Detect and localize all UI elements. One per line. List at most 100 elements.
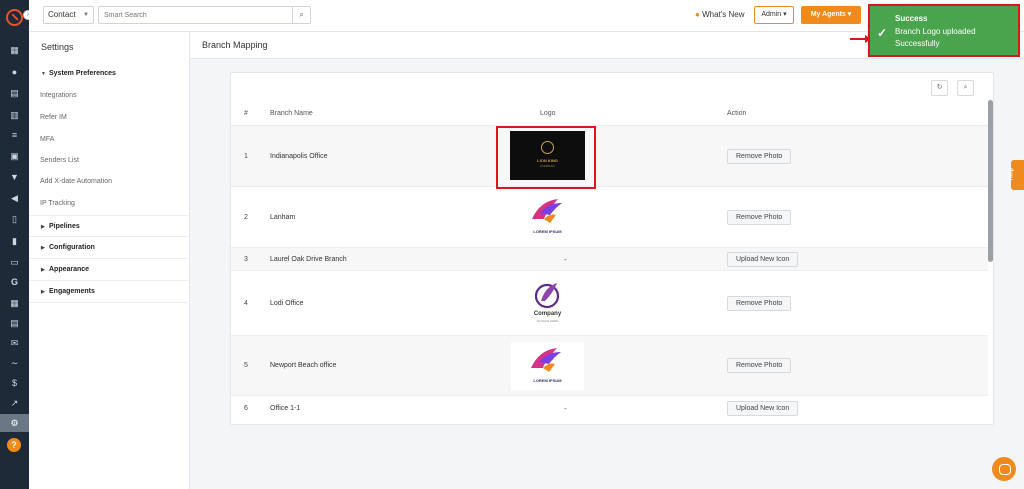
table-row: 1 Indianapolis Office LION KING COMPANY … <box>231 125 988 186</box>
bank-icon[interactable]: ▥ <box>9 110 20 120</box>
remove-photo-button[interactable]: Remove Photo <box>727 296 792 311</box>
remove-photo-button[interactable]: Remove Photo <box>727 149 792 164</box>
triangle-right-icon: ▶ <box>41 224 45 230</box>
search-icon: ⌕ <box>299 10 304 19</box>
checkmark-icon: ✓ <box>877 26 888 40</box>
table-search-button[interactable]: ⌕ <box>957 80 974 96</box>
table-scrollbar[interactable] <box>988 100 993 262</box>
section-configuration[interactable]: ▶ Configuration <box>29 237 190 259</box>
branch-table-card: ↻ ⌕ # Branch Name Logo Action 1 Indianap… <box>230 72 994 425</box>
row-number: 5 <box>244 362 248 369</box>
settings-gear-icon[interactable]: ⚙ <box>0 414 29 432</box>
remove-photo-button[interactable]: Remove Photo <box>727 210 792 225</box>
branch-name: Office 1-1 <box>270 405 301 412</box>
branch-name: Indianapolis Office <box>270 153 328 160</box>
section-system-preferences[interactable]: ▼ System Preferences <box>29 63 190 85</box>
logo-text: Company <box>533 311 562 317</box>
admin-dropdown[interactable]: Admin ▾ <box>754 6 794 24</box>
handshake-icon[interactable]: ∼ <box>9 358 20 368</box>
table-row: 2 Lanham LOREM IPSUM Remove Photo <box>231 186 988 247</box>
chevron-down-icon: ▾ <box>847 11 852 18</box>
page-title: Branch Mapping <box>202 40 268 50</box>
search-icon: ⌕ <box>963 84 968 91</box>
whats-new-label: What's New <box>702 10 745 19</box>
row-number: 1 <box>244 153 248 160</box>
app-logo-icon[interactable] <box>6 9 23 26</box>
section-appearance[interactable]: ▶ Appearance <box>29 259 190 281</box>
whats-new-link[interactable]: ● What's New <box>695 10 745 19</box>
branch-name: Laurel Oak Drive Branch <box>270 256 347 263</box>
settings-item-ip-tracking[interactable]: IP Tracking <box>40 200 75 207</box>
analytics-icon[interactable]: ▮ <box>9 236 20 246</box>
table-row: 4 Lodi Office Company SLOGAN HERE Remove… <box>231 270 988 335</box>
settings-item-mfa[interactable]: MFA <box>40 136 54 143</box>
row-number: 2 <box>244 214 248 221</box>
header-number: # <box>244 110 248 117</box>
help-side-tab[interactable]: Help <box>1008 160 1024 190</box>
contact-card-icon[interactable]: ▣ <box>9 151 20 161</box>
section-label: System Preferences <box>49 70 116 77</box>
help-question-icon[interactable]: ? <box>7 438 21 452</box>
settings-item-integrations[interactable]: Integrations <box>40 92 77 99</box>
triangle-right-icon: ▶ <box>41 245 45 251</box>
settings-item-senders-list[interactable]: Senders List <box>40 157 79 164</box>
my-agents-dropdown[interactable]: My Agents ▾ <box>801 6 861 24</box>
bird-logo-icon <box>531 348 561 372</box>
branch-name: Newport Beach office <box>270 362 337 369</box>
section-pipelines[interactable]: ▶ Pipelines <box>29 215 190 237</box>
section-label: Engagements <box>49 288 95 295</box>
section-label: Configuration <box>49 244 95 251</box>
chevron-down-icon: ▾ <box>783 11 787 18</box>
settings-item-refer-im[interactable]: Refer IM <box>40 114 67 121</box>
flame-icon: ● <box>695 10 700 19</box>
admin-label: Admin <box>761 11 782 18</box>
list-icon[interactable]: ≡ <box>9 130 20 140</box>
branch-name: Lodi Office <box>270 300 304 307</box>
help-tab-label: Help <box>1008 167 1015 181</box>
row-number: 4 <box>244 300 248 307</box>
mail-icon[interactable]: ✉ <box>9 338 20 348</box>
no-logo-placeholder: - <box>564 255 567 264</box>
clipboard-icon[interactable]: ▯ <box>9 214 20 224</box>
branch-logo-image: Company SLOGAN HERE <box>515 279 580 329</box>
logo-text: LOREM IPSUM <box>533 229 562 234</box>
search-button[interactable]: ⌕ <box>292 6 311 24</box>
row-number: 6 <box>244 405 248 412</box>
filter-icon[interactable]: ▼ <box>9 172 20 182</box>
dashboard-icon[interactable]: ▦ <box>9 45 20 55</box>
logo-highlight-box <box>496 126 596 189</box>
chart-icon[interactable]: ↗ <box>9 398 20 408</box>
annotation-arrow-line <box>850 38 866 40</box>
smart-search-input[interactable] <box>98 6 293 24</box>
settings-item-x-date-automation[interactable]: Add X-date Automation <box>40 178 112 185</box>
success-toast[interactable]: ✓ Success Branch Logo uploaded Successfu… <box>868 4 1020 57</box>
upload-new-icon-button[interactable]: Upload New Icon <box>727 252 799 267</box>
upload-new-icon-button[interactable]: Upload New Icon <box>727 401 799 416</box>
section-label: Pipelines <box>49 223 80 230</box>
chevron-down-icon: ▼ <box>83 12 89 18</box>
google-icon[interactable]: G <box>9 277 20 287</box>
section-label: Appearance <box>49 266 90 273</box>
contact-type-select[interactable]: Contact ▼ <box>43 6 94 24</box>
grid-icon[interactable]: ▦ <box>9 298 20 308</box>
logo-text: LOREM IPSUM <box>533 378 562 383</box>
dollar-icon[interactable]: $ <box>9 378 20 388</box>
branch-name: Lanham <box>270 214 296 221</box>
my-agents-label: My Agents <box>810 11 846 18</box>
branch-logo-image: LOREM IPSUM <box>510 193 585 241</box>
toast-message: Branch Logo uploaded Successfully <box>895 27 976 48</box>
triangle-right-icon: ▶ <box>41 289 45 295</box>
remove-photo-button[interactable]: Remove Photo <box>727 358 792 373</box>
bird-logo-icon <box>532 199 562 223</box>
users-icon[interactable]: ● <box>9 67 20 77</box>
documents-icon[interactable]: ▤ <box>9 88 20 98</box>
left-nav-rail: › ▦ ● ▤ ▥ ≡ ▣ ▼ ◀ ▯ ▮ ▭ G ▦ ▤ ✉ ∼ $ ↗ ⚙ … <box>0 0 33 489</box>
folder-icon[interactable]: ▭ <box>9 257 20 267</box>
refresh-button[interactable]: ↻ <box>931 80 948 96</box>
megaphone-icon[interactable]: ◀ <box>9 193 20 203</box>
no-logo-placeholder: - <box>564 404 567 413</box>
calendar-icon[interactable]: ▤ <box>9 318 20 328</box>
chat-icon[interactable] <box>992 457 1016 481</box>
section-engagements[interactable]: ▶ Engagements <box>29 281 190 303</box>
contact-select-value: Contact <box>48 10 76 19</box>
